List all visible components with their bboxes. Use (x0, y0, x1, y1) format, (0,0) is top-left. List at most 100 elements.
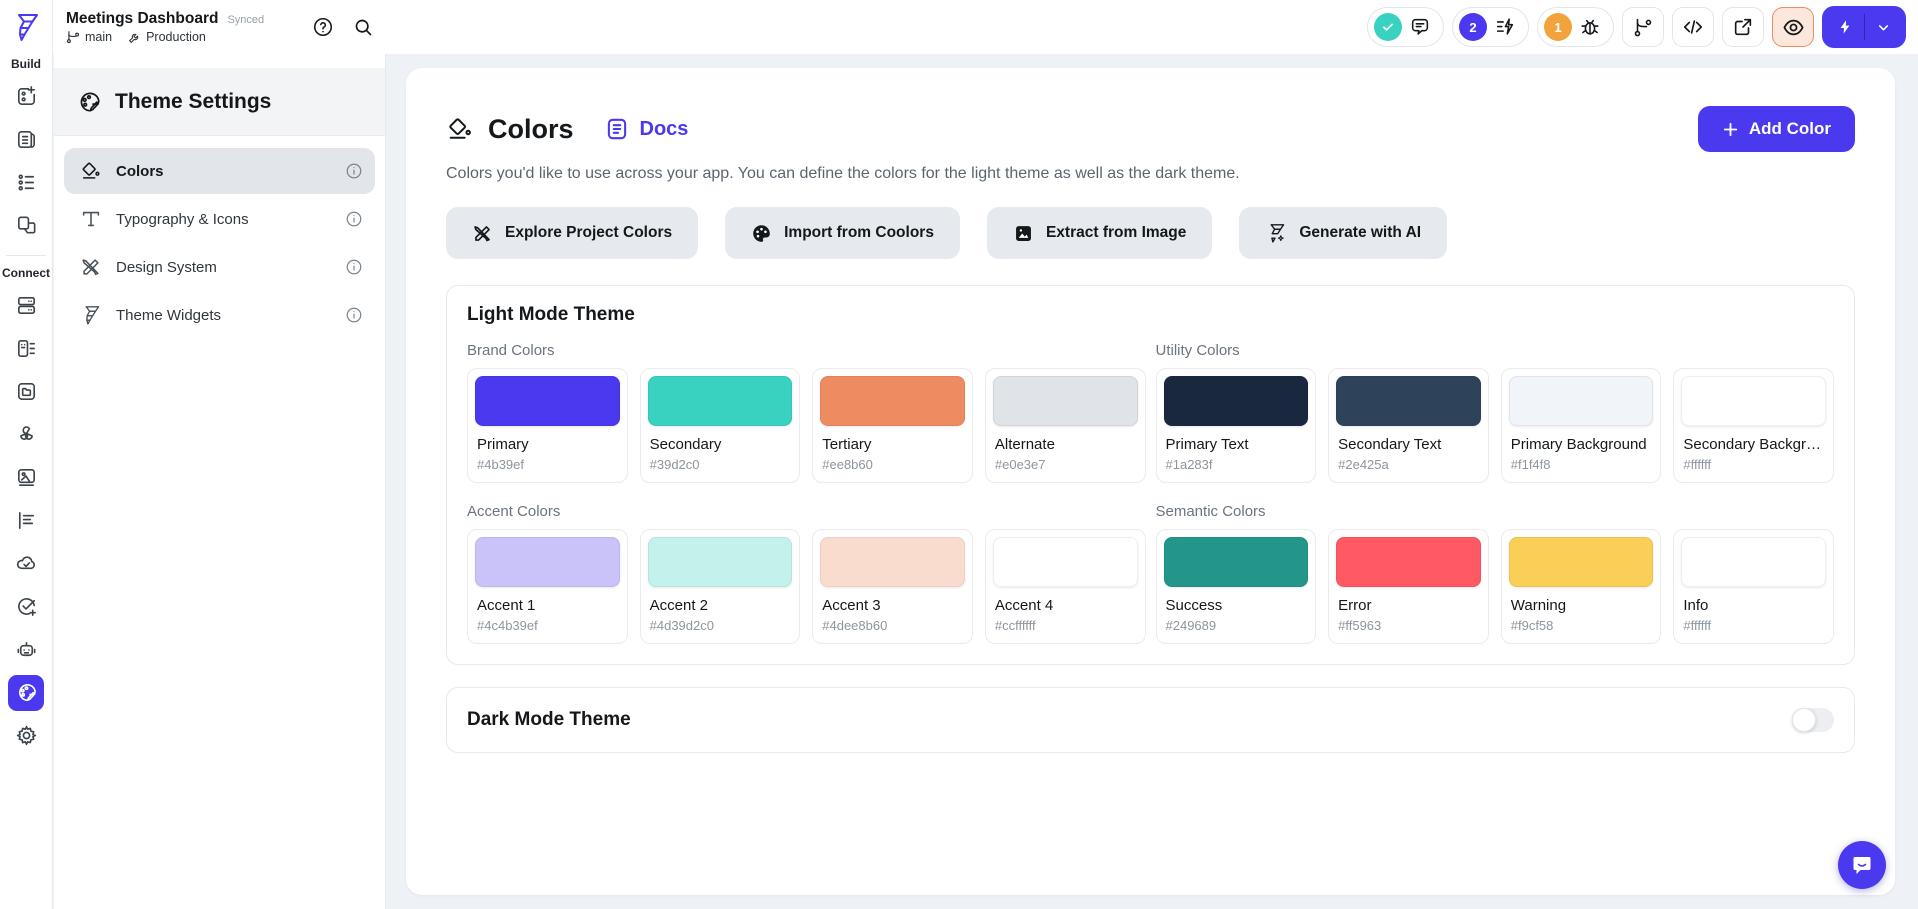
color-card[interactable]: Alternate#e0e3e7 (985, 368, 1146, 483)
color-hex: #ee8b60 (820, 457, 965, 472)
run-button[interactable] (1822, 6, 1906, 48)
color-card[interactable]: Accent 4#ccffffff (985, 529, 1146, 644)
color-name: Success (1164, 597, 1309, 614)
panel-item-theme-widgets[interactable]: Theme Widgets (64, 292, 375, 338)
color-card[interactable]: Primary Background#f1f4f8 (1501, 368, 1662, 483)
generate-with-ai-button[interactable]: Generate with AI (1239, 207, 1447, 259)
color-swatch[interactable] (1509, 537, 1654, 587)
color-swatch[interactable] (993, 537, 1138, 587)
color-card[interactable]: Tertiary #ee8b60 (812, 368, 973, 483)
theme-palette-icon[interactable] (8, 675, 44, 711)
color-swatch[interactable] (1164, 376, 1309, 426)
docs-link[interactable]: Docs (604, 116, 689, 142)
color-card[interactable]: Secondary Text#2e425a (1328, 368, 1489, 483)
info-icon[interactable] (345, 210, 363, 228)
info-icon[interactable] (345, 162, 363, 180)
color-swatch[interactable] (820, 537, 965, 587)
open-external-icon[interactable] (1722, 7, 1764, 47)
add-widget-icon[interactable] (8, 79, 44, 115)
optimizations-pill[interactable]: 2 (1452, 7, 1529, 47)
run-options-chevron-icon[interactable] (1865, 6, 1902, 48)
color-swatch[interactable] (993, 376, 1138, 426)
data-schema-icon[interactable] (8, 331, 44, 367)
color-swatch[interactable] (648, 376, 793, 426)
color-swatch[interactable] (475, 376, 620, 426)
color-swatch[interactable] (1681, 376, 1826, 426)
issues-pill[interactable]: 1 (1537, 7, 1614, 47)
run-bolt-icon[interactable] (1826, 6, 1864, 48)
color-hex: #39d2c0 (648, 457, 793, 472)
panel-item-typography[interactable]: Typography & Icons (64, 196, 375, 242)
support-chat-button[interactable] (1838, 841, 1886, 889)
group-label: Brand Colors (467, 342, 1146, 359)
app-values-icon[interactable] (8, 165, 44, 201)
branch-name[interactable]: main (85, 30, 112, 44)
preview-eye-icon[interactable] (1772, 7, 1814, 47)
color-card[interactable]: Accent 2#4d39d2c0 (640, 529, 801, 644)
color-name: Tertiary (820, 436, 965, 453)
color-card[interactable]: Secondary Background#ffffff (1673, 368, 1834, 483)
extract-from-image-button[interactable]: Extract from Image (987, 207, 1212, 259)
agent-icon[interactable] (8, 632, 44, 668)
palette-icon (751, 223, 772, 244)
color-actions-row: Explore Project Colors Import from Coolo… (446, 207, 1855, 259)
dark-mode-toggle[interactable] (1792, 708, 1834, 732)
media-assets-icon[interactable] (8, 460, 44, 496)
issues-count-badge: 1 (1544, 13, 1572, 41)
color-hex: #4b39ef (475, 457, 620, 472)
add-color-button[interactable]: Add Color (1698, 106, 1855, 152)
files-icon[interactable] (8, 374, 44, 410)
import-from-coolors-button[interactable]: Import from Coolors (725, 207, 960, 259)
docs-label[interactable]: Docs (640, 118, 689, 141)
text-content-icon[interactable] (8, 503, 44, 539)
color-hex: #4dee8b60 (820, 618, 965, 633)
panel-item-colors[interactable]: Colors (64, 148, 375, 194)
color-hex: #4d39d2c0 (648, 618, 793, 633)
color-swatch[interactable] (820, 376, 965, 426)
explore-project-colors-button[interactable]: Explore Project Colors (446, 207, 698, 259)
code-view-icon[interactable] (1672, 7, 1714, 47)
pages-icon[interactable] (8, 122, 44, 158)
branching-icon[interactable] (1622, 7, 1664, 47)
color-hex: #2e425a (1336, 457, 1481, 472)
help-icon[interactable] (306, 10, 340, 44)
flutterflow-logo[interactable] (11, 11, 41, 43)
color-card[interactable]: Error#ff5963 (1328, 529, 1489, 644)
color-swatch[interactable] (1509, 376, 1654, 426)
color-swatch[interactable] (475, 537, 620, 587)
design-system-icon (80, 256, 102, 278)
color-hex: #e0e3e7 (993, 457, 1138, 472)
color-swatch[interactable] (1336, 376, 1481, 426)
panel-item-design-system[interactable]: Design System (64, 244, 375, 290)
color-hex: #ccffffff (993, 618, 1138, 633)
color-card[interactable]: Accent 1#4c4b39ef (467, 529, 628, 644)
color-hex: #4c4b39ef (475, 618, 620, 633)
color-card[interactable]: Accent 3#4dee8b60 (812, 529, 973, 644)
color-card[interactable]: Info#ffffff (1673, 529, 1834, 644)
color-card[interactable]: Warning#f9cf58 (1501, 529, 1662, 644)
settings-gear-icon[interactable] (8, 718, 44, 754)
color-swatch[interactable] (648, 537, 793, 587)
integrations-icon[interactable] (8, 417, 44, 453)
color-swatch[interactable] (1336, 537, 1481, 587)
info-icon[interactable] (345, 306, 363, 324)
tests-icon[interactable] (8, 589, 44, 625)
color-swatch[interactable] (1164, 537, 1309, 587)
color-card[interactable]: Success#249689 (1156, 529, 1317, 644)
top-header: Meetings Dashboard Synced main Productio… (53, 0, 1918, 54)
color-card[interactable]: Secondary#39d2c0 (640, 368, 801, 483)
theme-settings-header: Theme Settings (54, 68, 385, 136)
database-icon[interactable] (8, 288, 44, 324)
rail-section-build: Build (11, 57, 41, 71)
checks-comments-pill[interactable] (1367, 7, 1444, 47)
color-hex: #f9cf58 (1509, 618, 1654, 633)
components-icon[interactable] (8, 208, 44, 244)
color-swatch[interactable] (1681, 537, 1826, 587)
info-icon[interactable] (345, 258, 363, 276)
search-icon[interactable] (346, 10, 380, 44)
colors-bucket-icon (446, 115, 474, 143)
color-card[interactable]: Primary#4b39ef (467, 368, 628, 483)
color-card[interactable]: Primary Text#1a283f (1156, 368, 1317, 483)
environment-name[interactable]: Production (146, 30, 206, 44)
cloud-functions-icon[interactable] (8, 546, 44, 582)
